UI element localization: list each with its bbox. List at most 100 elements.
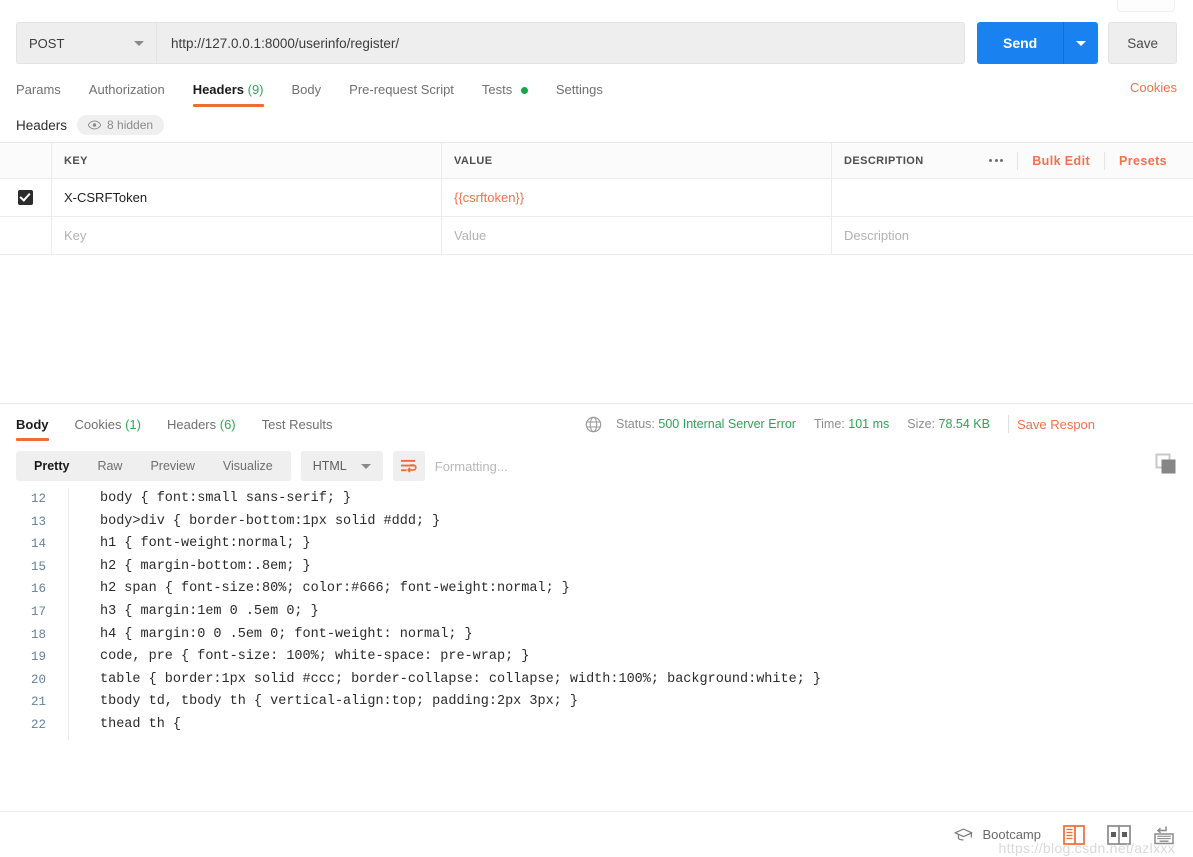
row-description-input[interactable]	[832, 179, 1193, 216]
new-row-description-input[interactable]: Description	[832, 217, 1193, 254]
send-options-dropdown[interactable]	[1064, 22, 1098, 64]
response-tab-headers-count: (6)	[219, 417, 236, 432]
time-badge: Time: 101 ms	[814, 417, 889, 431]
send-button[interactable]: Send	[976, 22, 1099, 64]
view-mode-pretty[interactable]: Pretty	[20, 451, 83, 481]
response-tab-cookies-label: Cookies	[74, 417, 122, 432]
response-tab-headers[interactable]: Headers (6)	[167, 407, 236, 441]
tab-body[interactable]: Body	[292, 74, 322, 107]
view-mode-visualize[interactable]: Visualize	[209, 451, 287, 481]
keyboard-shortcuts-icon[interactable]	[1153, 825, 1175, 845]
graduation-cap-icon	[954, 828, 973, 841]
bottom-status-bar: Bootcamp https://blog.csdn.net/azlxxx	[0, 811, 1193, 857]
line-number: 21	[30, 695, 46, 710]
row-checkbox[interactable]	[18, 190, 33, 205]
column-header-value: VALUE	[442, 143, 832, 178]
tab-authorization-label: Authorization	[88, 81, 165, 97]
size-badge: Size: 78.54 KB	[907, 417, 990, 431]
url-input[interactable]: http://127.0.0.1:8000/userinfo/register/	[156, 22, 965, 64]
line-number: 20	[30, 672, 46, 687]
save-response-button[interactable]: Save Respon	[1017, 417, 1095, 432]
response-tab-cookies[interactable]: Cookies (1)	[75, 407, 141, 441]
new-row-value-input[interactable]: Value	[442, 217, 832, 254]
response-tab-test-results[interactable]: Test Results	[262, 407, 333, 441]
line-number: 14	[30, 537, 46, 552]
row-key-input[interactable]: X-CSRFToken	[52, 179, 442, 216]
status-value: 500 Internal Server Error	[658, 417, 796, 431]
globe-icon[interactable]	[585, 416, 602, 433]
headers-table-header-row: KEY VALUE DESCRIPTION Bulk Edit Presets	[0, 143, 1193, 179]
tab-settings[interactable]: Settings	[556, 74, 603, 107]
save-button[interactable]: Save	[1108, 22, 1177, 64]
response-tab-body[interactable]: Body	[16, 407, 49, 441]
line-number: 22	[30, 717, 46, 732]
code-line: 21 tbody td, tbody th { vertical-align:to…	[0, 691, 1193, 714]
hidden-headers-toggle[interactable]: 8 hidden	[77, 115, 165, 135]
line-number: 12	[30, 492, 46, 506]
copy-response-button[interactable]	[1155, 453, 1177, 478]
code-gutter-divider	[68, 488, 69, 740]
response-body-code[interactable]: 12 body { font:small sans-serif; } 13 body…	[0, 488, 1193, 740]
response-pane: Body Cookies (1) Headers (6) Test Result…	[0, 403, 1193, 740]
bootcamp-button[interactable]: Bootcamp	[954, 827, 1041, 842]
column-header-description: DESCRIPTION Bulk Edit Presets	[832, 143, 1193, 178]
row-value-input[interactable]: {{csrftoken}}	[442, 179, 832, 216]
bootcamp-label: Bootcamp	[982, 827, 1041, 842]
table-row: X-CSRFToken {{csrftoken}}	[0, 179, 1193, 217]
response-view-mode-group: Pretty Raw Preview Visualize	[16, 451, 291, 481]
headers-table: KEY VALUE DESCRIPTION Bulk Edit Presets …	[0, 142, 1193, 255]
code-line: 14 h1 { font-weight:normal; }	[0, 533, 1193, 556]
response-language-label: HTML	[312, 459, 347, 473]
copy-icon	[1155, 453, 1176, 474]
line-text: h3 { margin:1em 0 .5em 0; }	[100, 603, 319, 619]
code-line: 18 h4 { margin:0 0 .5em 0; font-weight: n…	[0, 624, 1193, 647]
code-line: 22 thead th {	[0, 714, 1193, 737]
tab-headers-count: (9)	[247, 81, 264, 97]
response-tab-cookies-count: (1)	[125, 417, 141, 432]
row-checkbox-cell	[0, 179, 52, 216]
split-pane-layout-icon[interactable]	[1107, 824, 1131, 845]
view-mode-raw[interactable]: Raw	[83, 451, 136, 481]
two-pane-layout-icon[interactable]	[1063, 824, 1085, 845]
line-number: 18	[30, 627, 46, 642]
bulk-edit-button[interactable]: Bulk Edit	[1018, 151, 1106, 170]
line-text: body>div { border-bottom:1px solid #ddd;…	[100, 513, 441, 529]
code-line: 19 code, pre { font-size: 100%; white-spa…	[0, 646, 1193, 669]
word-wrap-button[interactable]	[392, 451, 425, 481]
more-options-icon[interactable]	[975, 151, 1019, 170]
http-method-dropdown[interactable]: POST	[16, 22, 156, 64]
cookies-link[interactable]: Cookies	[1130, 80, 1177, 95]
presets-button[interactable]: Presets	[1105, 152, 1181, 170]
tab-authorization[interactable]: Authorization	[89, 74, 165, 107]
column-header-key: KEY	[52, 143, 442, 178]
tab-settings-label: Settings	[555, 81, 603, 97]
line-text: h4 { margin:0 0 .5em 0; font-weight: nor…	[100, 626, 473, 642]
request-pane-empty-space	[0, 255, 1193, 403]
tab-headers[interactable]: Headers (9)	[192, 74, 264, 107]
request-tabs: Params Authorization Headers (9) Body Pr…	[0, 72, 1193, 108]
headers-table-actions: Bulk Edit Presets	[975, 151, 1181, 170]
tab-pre-request-script[interactable]: Pre-request Script	[349, 74, 454, 107]
send-button-label: Send	[1002, 35, 1038, 51]
word-wrap-icon	[401, 459, 417, 473]
tests-status-dot-icon	[520, 86, 528, 94]
new-row-checkbox-cell	[0, 217, 52, 254]
window-chrome-stub	[0, 0, 1193, 14]
line-number: 15	[30, 559, 46, 574]
column-header-description-label: DESCRIPTION	[844, 154, 924, 167]
tab-tests[interactable]: Tests	[482, 74, 528, 107]
line-text: code, pre { font-size: 100%; white-space…	[100, 649, 530, 665]
tab-params[interactable]: Params	[16, 74, 61, 107]
top-right-chip	[1117, 0, 1175, 12]
new-row-key-input[interactable]: Key	[52, 217, 442, 254]
view-mode-preview[interactable]: Preview	[136, 451, 208, 481]
response-language-dropdown[interactable]: HTML	[300, 451, 383, 481]
response-tab-body-label: Body	[16, 417, 49, 432]
line-number: 13	[30, 514, 46, 529]
eye-icon	[88, 120, 102, 130]
http-method-label: POST	[29, 35, 65, 51]
time-label: Time:	[813, 417, 845, 431]
line-text: tbody td, tbody th { vertical-align:top;…	[100, 694, 578, 710]
line-text: h1 { font-weight:normal; }	[100, 536, 311, 552]
response-tab-test-results-label: Test Results	[261, 417, 333, 432]
